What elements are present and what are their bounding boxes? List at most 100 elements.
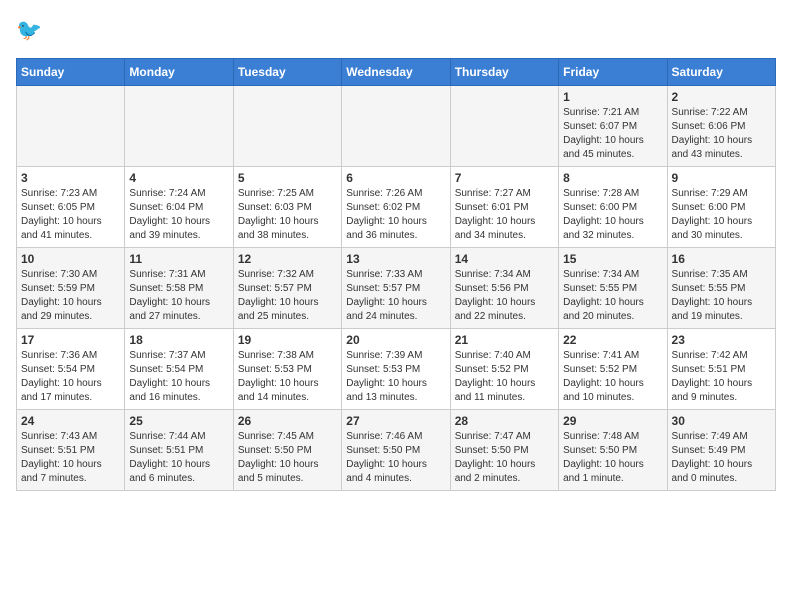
day-number: 24 — [21, 414, 120, 428]
day-info: Sunrise: 7:47 AM Sunset: 5:50 PM Dayligh… — [455, 430, 554, 486]
calendar-body: 1 Sunrise: 7:21 AM Sunset: 6:07 PM Daylig… — [17, 86, 776, 491]
day-info: Sunrise: 7:32 AM Sunset: 5:57 PM Dayligh… — [238, 268, 337, 324]
day-info: Sunrise: 7:26 AM Sunset: 6:02 PM Dayligh… — [346, 187, 445, 243]
day-number: 17 — [21, 333, 120, 347]
calendar-cell: 25Sunrise: 7:44 AM Sunset: 5:51 PM Dayli… — [125, 410, 233, 491]
day-number: 2 — [672, 90, 771, 104]
day-info: Sunrise: 7:43 AM Sunset: 5:51 PM Dayligh… — [21, 430, 120, 486]
day-number: 5 — [238, 171, 337, 185]
calendar-cell: 26 Sunrise: 7:45 AM Sunset: 5:50 PM Dayli… — [233, 410, 341, 491]
calendar-cell: 29 Sunrise: 7:48 AM Sunset: 5:50 PM Dayli… — [559, 410, 667, 491]
day-info: Sunrise: 7:34 AM Sunset: 5:56 PM Dayligh… — [455, 268, 554, 324]
day-number: 1 — [563, 90, 662, 104]
day-info: Sunrise: 7:34 AM Sunset: 5:55 PM Dayligh… — [563, 268, 662, 324]
svg-text:🐦: 🐦 — [16, 19, 42, 42]
day-number: 30 — [672, 414, 771, 428]
calendar-cell: 3 Sunrise: 7:23 AM Sunset: 6:05 PM Daylig… — [17, 167, 125, 248]
day-info: Sunrise: 7:25 AM Sunset: 6:03 PM Dayligh… — [238, 187, 337, 243]
day-info: Sunrise: 7:46 AM Sunset: 5:50 PM Dayligh… — [346, 430, 445, 486]
day-number: 16 — [672, 252, 771, 266]
day-number: 28 — [455, 414, 554, 428]
day-number: 14 — [455, 252, 554, 266]
day-info: Sunrise: 7:30 AM Sunset: 5:59 PM Dayligh… — [21, 268, 120, 324]
calendar-cell: 12Sunrise: 7:32 AM Sunset: 5:57 PM Dayli… — [233, 248, 341, 329]
calendar-cell — [450, 86, 558, 167]
day-number: 13 — [346, 252, 445, 266]
weekday-header-saturday: Saturday — [667, 59, 775, 86]
day-info: Sunrise: 7:31 AM Sunset: 5:58 PM Dayligh… — [129, 268, 228, 324]
calendar-cell: 10 Sunrise: 7:30 AM Sunset: 5:59 PM Dayli… — [17, 248, 125, 329]
day-info: Sunrise: 7:33 AM Sunset: 5:57 PM Dayligh… — [346, 268, 445, 324]
calendar-cell: 4Sunrise: 7:24 AM Sunset: 6:04 PM Daylig… — [125, 167, 233, 248]
day-number: 10 — [21, 252, 120, 266]
calendar-cell: 19 Sunrise: 7:38 AM Sunset: 5:53 PM Dayli… — [233, 329, 341, 410]
day-number: 26 — [238, 414, 337, 428]
day-info: Sunrise: 7:48 AM Sunset: 5:50 PM Dayligh… — [563, 430, 662, 486]
page-header: 🐦 — [16, 16, 776, 46]
day-number: 11 — [129, 252, 228, 266]
weekday-header-monday: Monday — [125, 59, 233, 86]
day-number: 15 — [563, 252, 662, 266]
day-info: Sunrise: 7:49 AM Sunset: 5:49 PM Dayligh… — [672, 430, 771, 486]
weekday-row: SundayMondayTuesdayWednesdayThursdayFrid… — [17, 59, 776, 86]
calendar-cell: 28 Sunrise: 7:47 AM Sunset: 5:50 PM Dayli… — [450, 410, 558, 491]
day-info: Sunrise: 7:38 AM Sunset: 5:53 PM Dayligh… — [238, 349, 337, 405]
calendar-cell — [342, 86, 450, 167]
day-info: Sunrise: 7:39 AM Sunset: 5:53 PM Dayligh… — [346, 349, 445, 405]
day-info: Sunrise: 7:21 AM Sunset: 6:07 PM Dayligh… — [563, 106, 662, 162]
calendar-cell: 8 Sunrise: 7:28 AM Sunset: 6:00 PM Daylig… — [559, 167, 667, 248]
day-info: Sunrise: 7:35 AM Sunset: 5:55 PM Dayligh… — [672, 268, 771, 324]
day-info: Sunrise: 7:28 AM Sunset: 6:00 PM Dayligh… — [563, 187, 662, 243]
calendar-cell: 22Sunrise: 7:41 AM Sunset: 5:52 PM Dayli… — [559, 329, 667, 410]
calendar-cell: 15 Sunrise: 7:34 AM Sunset: 5:55 PM Dayli… — [559, 248, 667, 329]
day-info: Sunrise: 7:37 AM Sunset: 5:54 PM Dayligh… — [129, 349, 228, 405]
weekday-header-friday: Friday — [559, 59, 667, 86]
weekday-header-tuesday: Tuesday — [233, 59, 341, 86]
calendar-cell: 11 Sunrise: 7:31 AM Sunset: 5:58 PM Dayli… — [125, 248, 233, 329]
calendar-header: SundayMondayTuesdayWednesdayThursdayFrid… — [17, 59, 776, 86]
day-number: 23 — [672, 333, 771, 347]
calendar-cell: 9Sunrise: 7:29 AM Sunset: 6:00 PM Daylig… — [667, 167, 775, 248]
day-info: Sunrise: 7:23 AM Sunset: 6:05 PM Dayligh… — [21, 187, 120, 243]
calendar-cell: 27 Sunrise: 7:46 AM Sunset: 5:50 PM Dayli… — [342, 410, 450, 491]
calendar-cell: 2 Sunrise: 7:22 AM Sunset: 6:06 PM Daylig… — [667, 86, 775, 167]
day-number: 18 — [129, 333, 228, 347]
day-number: 8 — [563, 171, 662, 185]
day-number: 21 — [455, 333, 554, 347]
calendar-cell: 24 Sunrise: 7:43 AM Sunset: 5:51 PM Dayli… — [17, 410, 125, 491]
calendar-cell: 1 Sunrise: 7:21 AM Sunset: 6:07 PM Daylig… — [559, 86, 667, 167]
day-number: 19 — [238, 333, 337, 347]
day-number: 20 — [346, 333, 445, 347]
weekday-header-sunday: Sunday — [17, 59, 125, 86]
day-info: Sunrise: 7:22 AM Sunset: 6:06 PM Dayligh… — [672, 106, 771, 162]
day-number: 3 — [21, 171, 120, 185]
calendar-cell: 30 Sunrise: 7:49 AM Sunset: 5:49 PM Dayli… — [667, 410, 775, 491]
calendar-week-1: 1 Sunrise: 7:21 AM Sunset: 6:07 PM Daylig… — [17, 86, 776, 167]
calendar-cell: 17 Sunrise: 7:36 AM Sunset: 5:54 PM Dayli… — [17, 329, 125, 410]
calendar-cell: 7 Sunrise: 7:27 AM Sunset: 6:01 PM Daylig… — [450, 167, 558, 248]
day-info: Sunrise: 7:36 AM Sunset: 5:54 PM Dayligh… — [21, 349, 120, 405]
day-number: 7 — [455, 171, 554, 185]
day-info: Sunrise: 7:27 AM Sunset: 6:01 PM Dayligh… — [455, 187, 554, 243]
day-info: Sunrise: 7:40 AM Sunset: 5:52 PM Dayligh… — [455, 349, 554, 405]
calendar-cell: 16 Sunrise: 7:35 AM Sunset: 5:55 PM Dayli… — [667, 248, 775, 329]
day-number: 29 — [563, 414, 662, 428]
calendar-cell: 13 Sunrise: 7:33 AM Sunset: 5:57 PM Dayli… — [342, 248, 450, 329]
weekday-header-wednesday: Wednesday — [342, 59, 450, 86]
calendar-cell — [125, 86, 233, 167]
calendar-cell: 6 Sunrise: 7:26 AM Sunset: 6:02 PM Daylig… — [342, 167, 450, 248]
calendar-cell: 21 Sunrise: 7:40 AM Sunset: 5:52 PM Dayli… — [450, 329, 558, 410]
day-number: 27 — [346, 414, 445, 428]
weekday-header-thursday: Thursday — [450, 59, 558, 86]
calendar-week-2: 3 Sunrise: 7:23 AM Sunset: 6:05 PM Daylig… — [17, 167, 776, 248]
calendar-cell: 18 Sunrise: 7:37 AM Sunset: 5:54 PM Dayli… — [125, 329, 233, 410]
day-number: 6 — [346, 171, 445, 185]
day-info: Sunrise: 7:45 AM Sunset: 5:50 PM Dayligh… — [238, 430, 337, 486]
calendar-cell — [17, 86, 125, 167]
calendar-cell — [233, 86, 341, 167]
logo: 🐦 — [16, 16, 50, 46]
day-info: Sunrise: 7:29 AM Sunset: 6:00 PM Dayligh… — [672, 187, 771, 243]
logo-icon: 🐦 — [16, 16, 46, 46]
calendar-week-5: 24 Sunrise: 7:43 AM Sunset: 5:51 PM Dayli… — [17, 410, 776, 491]
day-info: Sunrise: 7:41 AM Sunset: 5:52 PM Dayligh… — [563, 349, 662, 405]
